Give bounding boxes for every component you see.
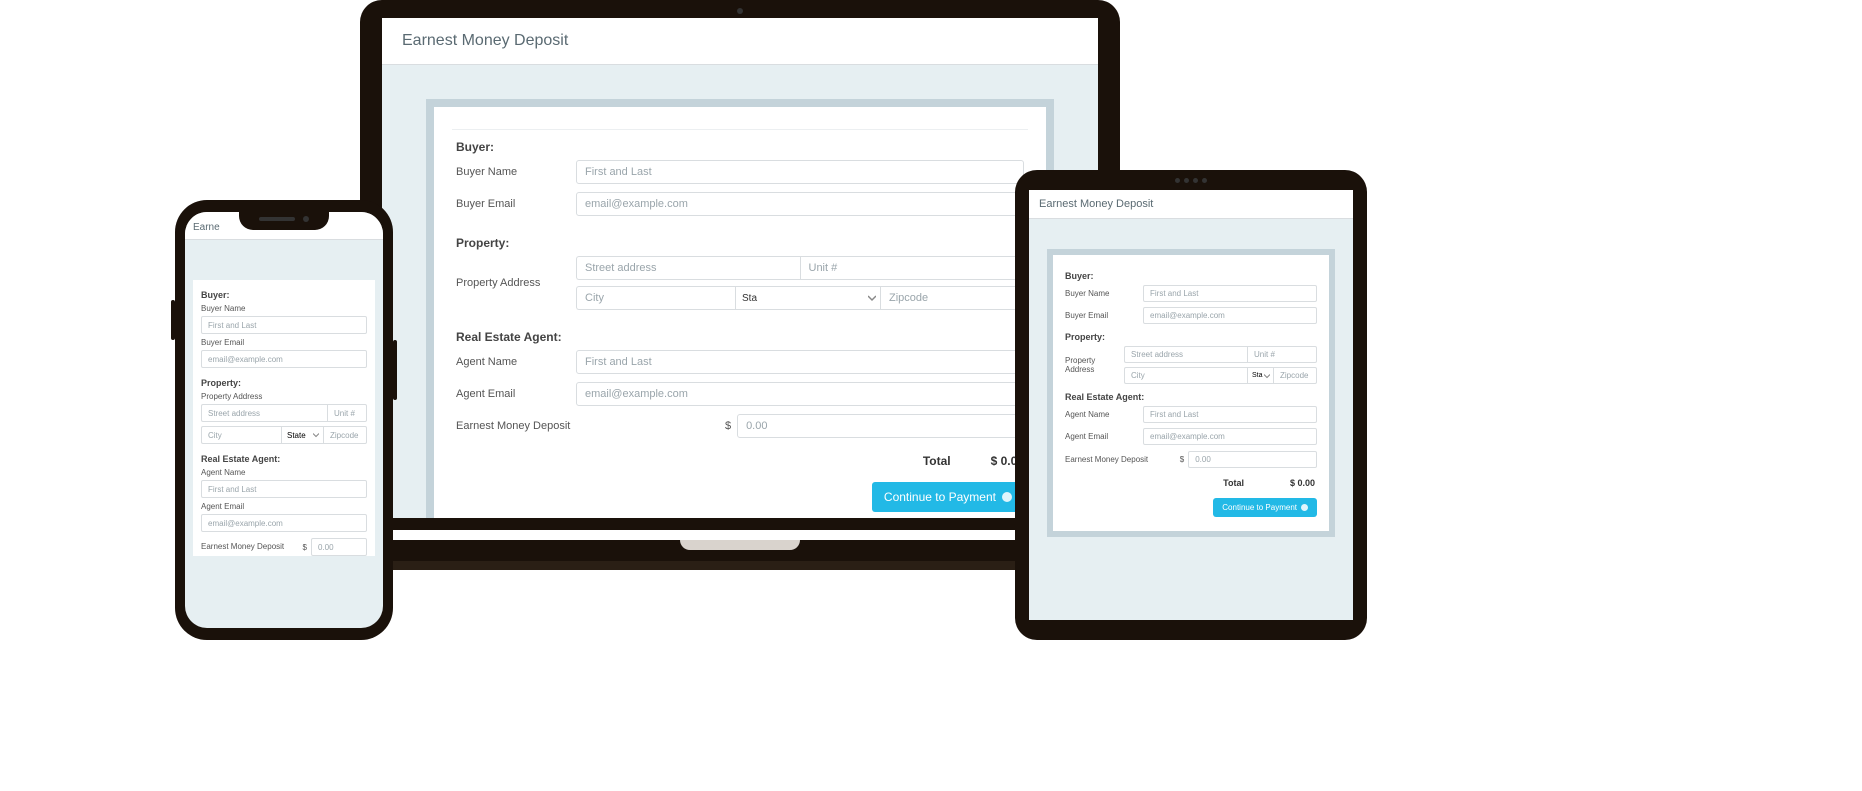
continue-to-payment-button[interactable]: Continue to Payment <box>1213 498 1317 517</box>
agent-email-label: Agent Email <box>456 388 576 400</box>
buyer-email-input[interactable] <box>201 350 367 368</box>
buyer-name-label: Buyer Name <box>201 304 367 313</box>
state-select[interactable]: Sta <box>1247 367 1273 384</box>
property-address-label: Property Address <box>456 277 576 289</box>
property-heading: Property: <box>456 236 1024 250</box>
street-input[interactable] <box>201 404 327 422</box>
agent-section: Real Estate Agent: Agent Name Agent Emai… <box>434 320 1046 440</box>
property-section: Property: Property Address Sta <box>1065 332 1317 384</box>
buyer-heading: Buyer: <box>456 140 1024 154</box>
total-value: $ 0.00 <box>1290 478 1315 488</box>
arrow-right-icon <box>1301 504 1308 511</box>
continue-to-payment-button[interactable]: Continue to Payment <box>872 482 1024 512</box>
property-section: Property: Property Address State <box>201 378 367 444</box>
form-card: Buyer: Buyer Name Buyer Email Property: … <box>193 280 375 556</box>
deposit-amount-input[interactable] <box>311 538 367 556</box>
agent-name-label: Agent Name <box>456 356 576 368</box>
form-card: Buyer: Buyer Name Buyer Email Property: <box>426 99 1054 518</box>
agent-email-label: Agent Email <box>201 502 367 511</box>
zip-input[interactable] <box>880 286 1024 310</box>
laptop-screen: Earnest Money Deposit Buyer: Buyer Name … <box>382 18 1098 518</box>
buyer-heading: Buyer: <box>201 290 367 300</box>
buyer-heading: Buyer: <box>1065 271 1317 281</box>
unit-input[interactable] <box>800 256 1025 280</box>
arrow-right-icon <box>1002 492 1012 502</box>
zip-input[interactable] <box>1273 367 1317 384</box>
tablet-screen: Earnest Money Deposit Buyer: Buyer Name … <box>1029 190 1353 620</box>
agent-section: Real Estate Agent: Agent Name Agent Emai… <box>201 454 367 556</box>
total-row: Total $ 0.00 <box>434 440 1046 472</box>
property-heading: Property: <box>1065 332 1317 342</box>
city-input[interactable] <box>1124 367 1247 384</box>
buyer-name-input[interactable] <box>201 316 367 334</box>
deposit-label: Earnest Money Deposit <box>456 420 725 432</box>
property-heading: Property: <box>201 378 367 388</box>
buyer-email-input[interactable] <box>1143 307 1317 324</box>
agent-heading: Real Estate Agent: <box>456 330 1024 344</box>
deposit-label: Earnest Money Deposit <box>201 542 303 552</box>
property-address-label: Property Address <box>201 392 367 401</box>
unit-input[interactable] <box>327 404 367 422</box>
agent-heading: Real Estate Agent: <box>1065 392 1317 402</box>
buyer-section: Buyer: Buyer Name Buyer Email <box>1065 271 1317 324</box>
phone-screen: Earne Buyer: Buyer Name Buyer Email Prop… <box>185 212 383 628</box>
buyer-name-label: Buyer Name <box>1065 289 1143 298</box>
agent-section: Real Estate Agent: Agent Name Agent Emai… <box>1065 392 1317 468</box>
city-input[interactable] <box>576 286 735 310</box>
agent-email-label: Agent Email <box>1065 432 1143 441</box>
agent-email-input[interactable] <box>201 514 367 532</box>
total-label: Total <box>1223 478 1244 488</box>
buyer-email-label: Buyer Email <box>1065 311 1143 320</box>
state-select[interactable]: Sta <box>735 286 880 310</box>
property-section: Property: Property Address Sta <box>434 226 1046 320</box>
currency-symbol: $ <box>303 543 307 552</box>
buyer-name-input[interactable] <box>1143 285 1317 302</box>
agent-email-input[interactable] <box>576 382 1024 406</box>
cta-label: Continue to Payment <box>884 490 996 504</box>
buyer-email-label: Buyer Email <box>456 198 576 210</box>
buyer-name-input[interactable] <box>576 160 1024 184</box>
page-title: Earnest Money Deposit <box>382 18 1098 65</box>
form-card: Buyer: Buyer Name Buyer Email Property: … <box>1047 249 1335 537</box>
buyer-section: Buyer: Buyer Name Buyer Email <box>201 290 367 368</box>
tablet-device: Earnest Money Deposit Buyer: Buyer Name … <box>1015 170 1367 640</box>
agent-name-label: Agent Name <box>201 468 367 477</box>
street-input[interactable] <box>576 256 800 280</box>
buyer-email-input[interactable] <box>576 192 1024 216</box>
agent-name-input[interactable] <box>576 350 1024 374</box>
total-label: Total <box>923 454 951 468</box>
agent-email-input[interactable] <box>1143 428 1317 445</box>
buyer-name-label: Buyer Name <box>456 166 576 178</box>
laptop-body: Earnest Money Deposit Buyer: Buyer Name … <box>360 0 1120 530</box>
buyer-section: Buyer: Buyer Name Buyer Email <box>434 130 1046 226</box>
property-address-label: Property Address <box>1065 356 1124 374</box>
currency-symbol: $ <box>725 420 731 432</box>
deposit-amount-input[interactable] <box>1188 451 1317 468</box>
state-select[interactable]: State <box>281 426 323 444</box>
agent-name-input[interactable] <box>1143 406 1317 423</box>
zip-input[interactable] <box>323 426 367 444</box>
total-row: Total $ 0.00 <box>1065 468 1317 490</box>
buyer-email-label: Buyer Email <box>201 338 367 347</box>
agent-name-label: Agent Name <box>1065 410 1143 419</box>
city-input[interactable] <box>201 426 281 444</box>
agent-heading: Real Estate Agent: <box>201 454 367 464</box>
form-content: Buyer: Buyer Name Buyer Email Property: <box>382 65 1098 518</box>
street-input[interactable] <box>1124 346 1247 363</box>
phone-device: Earne Buyer: Buyer Name Buyer Email Prop… <box>175 200 393 640</box>
deposit-amount-input[interactable] <box>737 414 1024 438</box>
sensor-icon <box>1175 178 1207 183</box>
camera-icon <box>737 8 743 14</box>
cta-label: Continue to Payment <box>1222 503 1297 512</box>
deposit-label: Earnest Money Deposit <box>1065 455 1180 464</box>
page-title: Earnest Money Deposit <box>1029 190 1353 219</box>
notch-icon <box>239 208 329 230</box>
agent-name-input[interactable] <box>201 480 367 498</box>
currency-symbol: $ <box>1180 455 1184 464</box>
unit-input[interactable] <box>1247 346 1317 363</box>
